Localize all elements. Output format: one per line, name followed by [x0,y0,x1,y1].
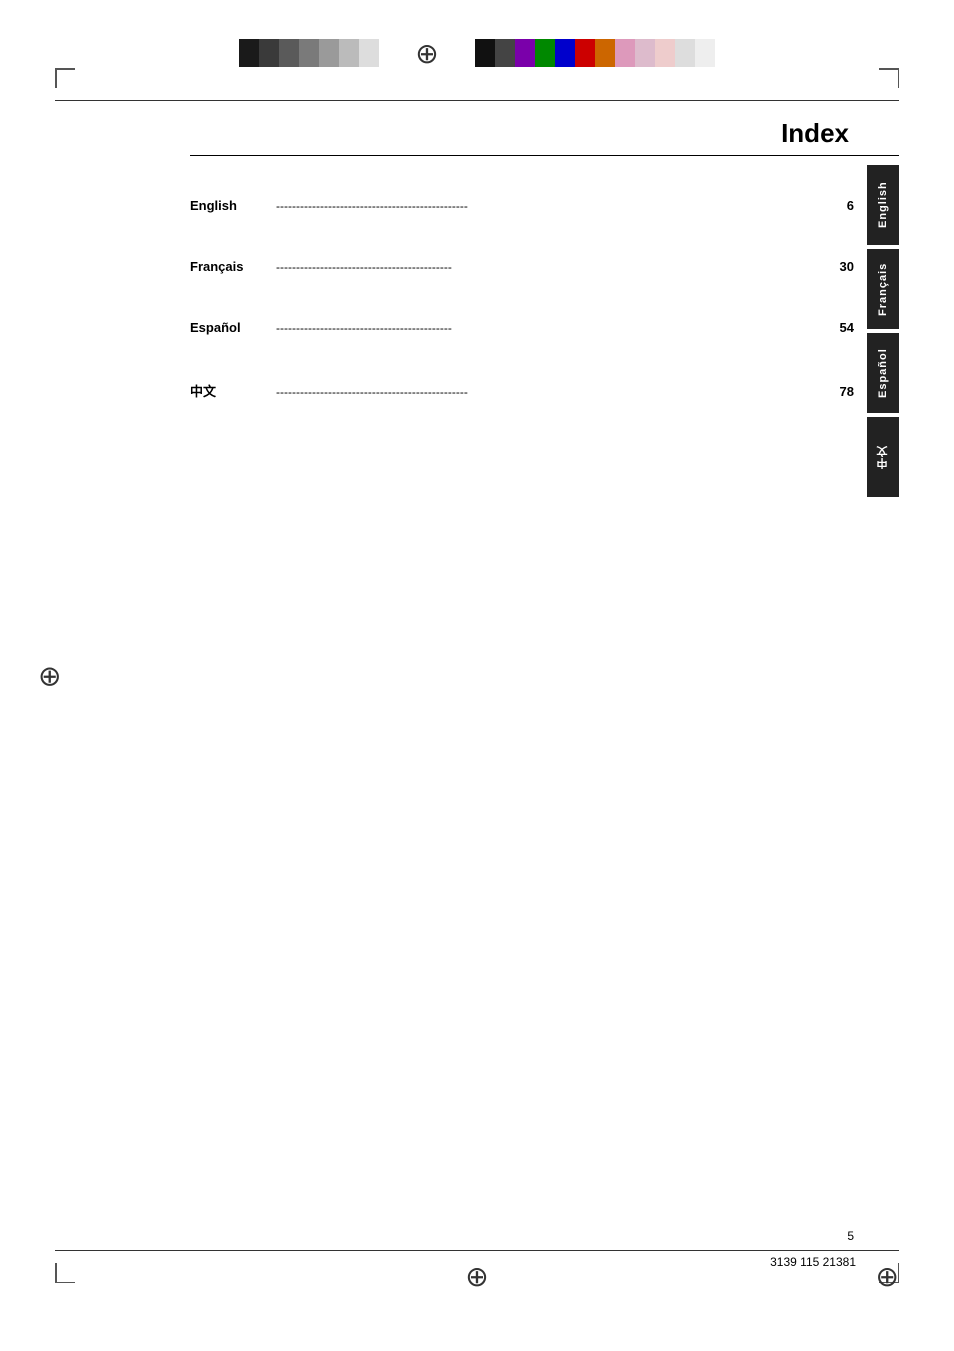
color-block [695,39,715,67]
color-block [555,39,575,67]
color-block [615,39,635,67]
color-block [575,39,595,67]
entry-dots-english: ----------------------------------------… [276,199,841,213]
color-block [239,39,259,67]
entry-label-espanol: Español [190,320,270,335]
entry-page-chinese: 78 [840,384,854,399]
color-block [675,39,695,67]
color-block [259,39,279,67]
entry-label-chinese: 中文 [190,381,270,400]
color-strip-right [475,39,715,67]
bottom-rule [55,1250,899,1251]
page-number: 5 [847,1229,854,1243]
color-strip-left [239,39,379,67]
entry-dots-francais: ----------------------------------------… [276,260,834,274]
color-block [535,39,555,67]
color-block [359,39,379,67]
entry-label-english: English [190,198,270,213]
color-block [595,39,615,67]
bottom-right-crosshair-icon: ⊕ [876,1260,899,1293]
index-title: Index [781,118,849,149]
entry-page-francais: 30 [840,259,854,274]
lang-tab-chinese[interactable]: 中文 [867,417,899,497]
top-bar-area: ⊕ [0,18,954,88]
left-crosshair-icon: ⊕ [38,659,61,692]
center-crosshair-icon: ⊕ [409,35,445,71]
index-entry-english: English --------------------------------… [190,170,854,231]
color-block [475,39,495,67]
color-block [635,39,655,67]
doc-code: 3139 115 21381 [770,1255,856,1269]
color-block [299,39,319,67]
index-entries: English --------------------------------… [190,170,854,418]
color-block [339,39,359,67]
lang-tab-francais[interactable]: Français [867,249,899,329]
lang-tab-english[interactable]: English [867,165,899,245]
title-underline [190,155,899,156]
color-block [515,39,535,67]
entry-page-espanol: 54 [840,320,854,335]
color-block [655,39,675,67]
bottom-crosshair-icon: ⊕ [465,1260,488,1293]
index-entry-espanol: Español --------------------------------… [190,292,854,353]
entry-dots-chinese: ----------------------------------------… [276,385,834,399]
entry-label-francais: Français [190,259,270,274]
color-block [279,39,299,67]
entry-page-english: 6 [847,198,854,213]
lang-tab-espanol[interactable]: Español [867,333,899,413]
entry-dots-espanol: ----------------------------------------… [276,321,834,335]
top-rule [55,100,899,101]
color-block [495,39,515,67]
color-block [319,39,339,67]
lang-tabs: English Français Español 中文 [867,165,899,501]
index-entry-chinese: 中文 -------------------------------------… [190,353,854,418]
index-entry-francais: Français -------------------------------… [190,231,854,292]
